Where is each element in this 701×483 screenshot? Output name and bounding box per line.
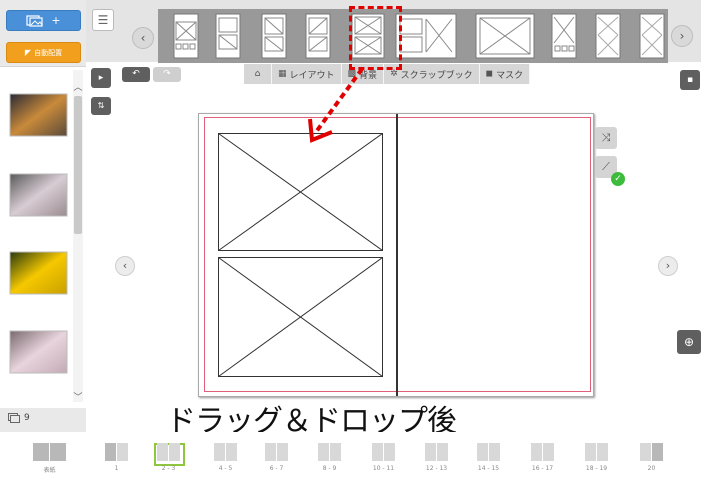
- page-thumb-image: [214, 443, 237, 461]
- layout-template-1[interactable]: [173, 13, 199, 59]
- layout-template-3[interactable]: [261, 13, 287, 59]
- layout-template-8[interactable]: [551, 13, 577, 59]
- zoom-in-icon[interactable]: ⊕: [677, 330, 701, 354]
- photo-thumbnail-yellow-flowers[interactable]: [9, 251, 68, 295]
- page-label: 10 - 11: [372, 465, 395, 472]
- page-label: 表紙: [43, 467, 56, 474]
- page-thumb-3[interactable]: 4 - 5: [214, 443, 237, 472]
- sparkle-icon: ✲: [390, 69, 398, 79]
- grid-icon: ▦: [278, 69, 287, 79]
- page-thumb-image: [477, 443, 500, 461]
- page-thumb-10[interactable]: 18 - 19: [585, 443, 608, 472]
- strip-prev-chevron-icon[interactable]: ‹: [132, 27, 154, 49]
- layout-template-4[interactable]: [305, 13, 331, 59]
- undo-button[interactable]: ↶: [122, 67, 150, 82]
- page-label: 6 - 7: [269, 465, 284, 472]
- page-thumb-image: [372, 443, 395, 461]
- menu-list-icon[interactable]: ☰: [92, 9, 114, 31]
- page-label: 1: [114, 465, 119, 472]
- page-label: 18 - 19: [585, 465, 608, 472]
- page-label: 8 - 9: [322, 465, 337, 472]
- photo-thumbnail-blossom-1[interactable]: [9, 173, 68, 217]
- page-thumb-image: [33, 443, 66, 461]
- scroll-up-icon[interactable]: ︿: [73, 82, 83, 94]
- shuffle-icon[interactable]: ⤨: [595, 127, 617, 149]
- page-thumb-image: [318, 443, 341, 461]
- sort-button[interactable]: ⇅: [91, 97, 111, 115]
- page-thumb-5[interactable]: 8 - 9: [318, 443, 341, 472]
- page-label: 16 - 17: [531, 465, 554, 472]
- photo-frame-bottom[interactable]: [218, 257, 383, 377]
- tab-scrapbook-label: スクラップブック: [400, 70, 473, 81]
- photo-thumbnail-sunset[interactable]: [9, 93, 68, 137]
- page-thumb-image: [640, 443, 663, 461]
- layout-template-6[interactable]: [395, 13, 457, 59]
- page-thumb-7[interactable]: 12 - 13: [425, 443, 448, 472]
- undo-icon: ↶: [132, 69, 140, 79]
- page-label: 4 - 5: [218, 465, 233, 472]
- scroll-down-icon[interactable]: ﹀: [73, 392, 83, 404]
- page-label: 14 - 15: [477, 465, 500, 472]
- redo-button[interactable]: ↷: [153, 67, 181, 82]
- layout-templates: [158, 9, 668, 63]
- strip-next-chevron-icon[interactable]: ›: [671, 25, 693, 47]
- spine-divider: [396, 114, 398, 396]
- page-thumb-1[interactable]: 1: [105, 443, 128, 472]
- layout-template-9[interactable]: [595, 13, 621, 59]
- page-label: 12 - 13: [425, 465, 448, 472]
- page-thumb-11[interactable]: 20: [640, 443, 663, 472]
- page-thumb-image: [157, 443, 180, 461]
- photo-frames: [218, 133, 383, 377]
- photo-count-icon: [8, 413, 20, 423]
- photo-count: 9: [8, 413, 30, 423]
- tab-home[interactable]: ⌂: [244, 64, 272, 84]
- page-thumb-image: [265, 443, 288, 461]
- save-page-button[interactable]: ▪: [680, 70, 700, 90]
- page-thumb-image: [425, 443, 448, 461]
- next-page-chevron-icon[interactable]: ›: [658, 256, 678, 276]
- photo-count-value: 9: [24, 413, 30, 423]
- dragged-template-highlight: [349, 6, 402, 70]
- square-icon: ◼: [485, 69, 494, 79]
- collapse-panel-button[interactable]: ▸: [91, 68, 111, 88]
- page-thumb-0[interactable]: 表紙: [33, 443, 66, 474]
- page-thumb-image: [531, 443, 554, 461]
- photo-scroll-thumb[interactable]: [74, 96, 82, 234]
- prev-page-chevron-icon[interactable]: ‹: [115, 256, 135, 276]
- page-label: 20: [647, 465, 656, 472]
- photo-frame-top[interactable]: [218, 133, 383, 251]
- layout-template-tiles: [173, 13, 665, 59]
- layout-template-10[interactable]: [639, 13, 665, 59]
- photo-thumbnail-blossom-2[interactable]: [9, 330, 68, 374]
- page-thumb-image: [585, 443, 608, 461]
- home-icon: ⌂: [254, 69, 261, 79]
- page-thumb-image: [105, 443, 128, 461]
- layout-template-2[interactable]: [215, 13, 241, 59]
- page-thumb-6[interactable]: 10 - 11: [372, 443, 395, 472]
- page-thumb-8[interactable]: 14 - 15: [477, 443, 500, 472]
- layout-template-7[interactable]: [475, 13, 535, 59]
- page-thumb-2[interactable]: 2 - 3: [157, 443, 180, 472]
- tab-mask[interactable]: ◼ マスク: [479, 64, 531, 84]
- page-thumb-9[interactable]: 16 - 17: [531, 443, 554, 472]
- check-icon: ✓: [611, 172, 625, 186]
- tab-mask-label: マスク: [496, 70, 524, 81]
- page-label: 2 - 3: [161, 465, 176, 472]
- drag-arrow-icon: [308, 67, 364, 143]
- page-thumb-4[interactable]: 6 - 7: [265, 443, 288, 472]
- redo-icon: ↷: [163, 69, 171, 79]
